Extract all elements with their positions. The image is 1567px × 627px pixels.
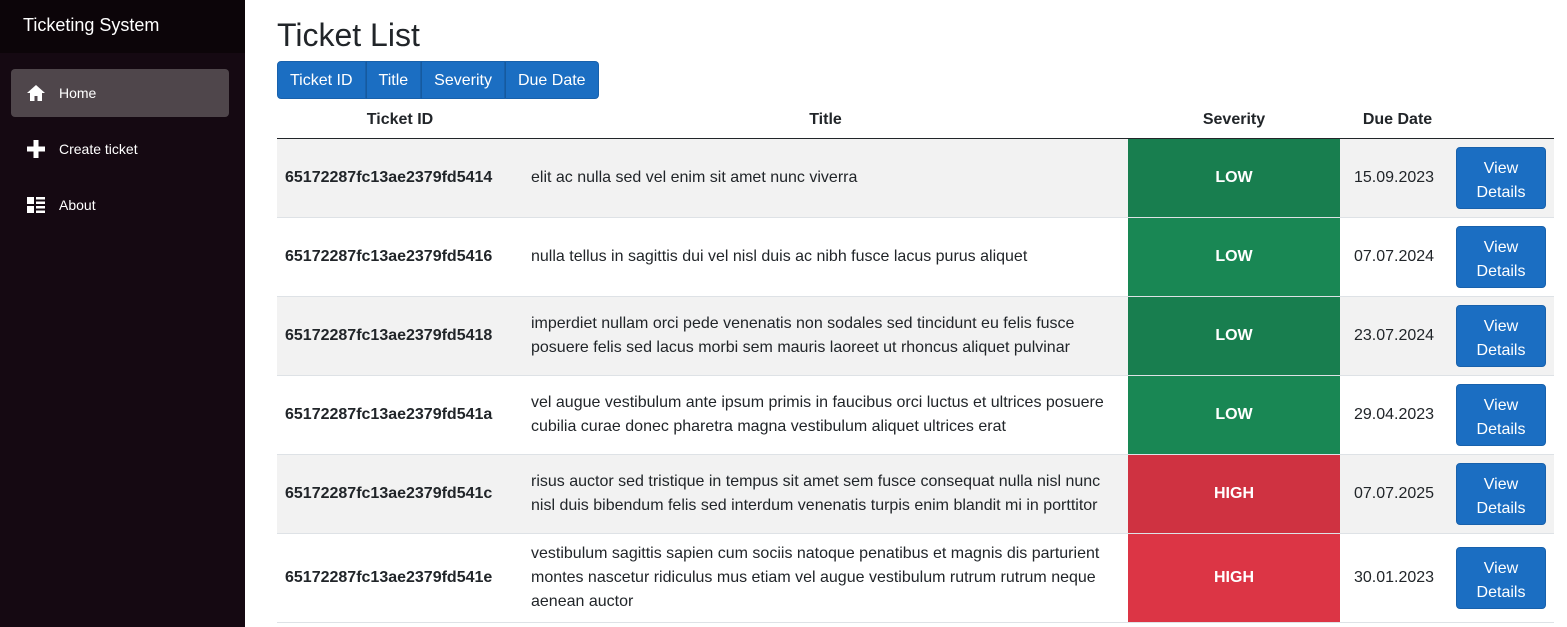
table-row: 65172287fc13ae2379fd5416 nulla tellus in… [277,217,1554,296]
sort-by-severity-button[interactable]: Severity [421,61,505,99]
due-date: 30.01.2023 [1354,568,1435,586]
sidebar-item-label: Create ticket [59,141,138,157]
column-header-severity: Severity [1128,103,1340,139]
sort-by-ticket-id-button[interactable]: Ticket ID [277,61,366,99]
ticket-title: imperdiet nullam orci pede venenatis non… [531,314,1075,356]
table-row: 65172287fc13ae2379fd541c risus auctor se… [277,454,1554,533]
ticket-title: vel augue vestibulum ante ipsum primis i… [531,393,1104,435]
ticket-id: 65172287fc13ae2379fd5416 [285,247,493,265]
column-header-ticket-id: Ticket ID [277,103,523,139]
table-row: 65172287fc13ae2379fd541e vestibulum sagi… [277,533,1554,622]
button-label: View [1483,317,1519,335]
button-label: View [1483,396,1519,414]
due-date: 15.09.2023 [1354,168,1435,186]
ticket-title: nulla tellus in sagittis dui vel nisl du… [531,247,1028,265]
ticket-id: 65172287fc13ae2379fd5418 [285,326,493,344]
sidebar: Ticketing System Home Create ticket Abou… [0,0,245,627]
plus-icon [25,139,47,159]
column-header-due-date: Due Date [1340,103,1455,139]
column-header-title: Title [523,103,1128,139]
view-details-button[interactable]: View Details [1456,546,1546,609]
severity-badge: HIGH [1128,454,1340,533]
severity-badge: HIGH [1128,533,1340,622]
ticket-table: Ticket ID Title Severity Due Date 651722… [277,103,1554,623]
due-date: 07.07.2024 [1354,247,1435,265]
due-date: 23.07.2024 [1354,326,1435,344]
ticket-id: 65172287fc13ae2379fd541e [285,568,493,586]
ticket-id: 65172287fc13ae2379fd541a [285,405,493,423]
page-title: Ticket List [277,17,420,53]
main-content: Ticket List Ticket ID Title Severity Due… [245,0,1567,627]
sidebar-item-home[interactable]: Home [11,69,229,117]
button-label: Details [1476,420,1526,438]
button-label: View [1483,238,1519,256]
table-row: 65172287fc13ae2379fd5418 imperdiet nulla… [277,296,1554,375]
view-details-button[interactable]: View Details [1456,462,1546,525]
view-details-button[interactable]: View Details [1456,225,1546,288]
home-icon [25,83,47,103]
view-details-button[interactable]: View Details [1456,304,1546,367]
table-header-row: Ticket ID Title Severity Due Date [277,103,1554,139]
column-header-actions [1455,103,1554,139]
button-label: Details [1476,583,1526,601]
sort-button-group: Ticket ID Title Severity Due Date [277,61,599,99]
app-root: Ticketing System Home Create ticket Abou… [0,0,1567,627]
ticket-id: 65172287fc13ae2379fd5414 [285,168,493,186]
view-details-button[interactable]: View Details [1456,383,1546,446]
button-label: Details [1476,499,1526,517]
sidebar-item-label: Home [59,85,97,101]
sidebar-item-create-ticket[interactable]: Create ticket [11,125,229,173]
sidebar-nav: Home Create ticket About [0,53,245,229]
list-icon [25,195,47,215]
severity-badge: LOW [1128,375,1340,454]
table-row: 65172287fc13ae2379fd541a vel augue vesti… [277,375,1554,454]
ticket-title: vestibulum sagittis sapien cum sociis na… [531,544,1100,610]
button-label: View [1483,159,1519,177]
table-row: 65172287fc13ae2379fd5414 elit ac nulla s… [277,138,1554,217]
button-label: View [1483,559,1519,577]
due-date: 07.07.2025 [1354,484,1435,502]
sort-by-due-date-button[interactable]: Due Date [504,61,599,99]
app-brand[interactable]: Ticketing System [0,0,245,53]
button-label: View [1483,475,1519,493]
severity-badge: LOW [1128,138,1340,217]
ticket-title: elit ac nulla sed vel enim sit amet nunc… [531,168,858,186]
ticket-title: risus auctor sed tristique in tempus sit… [531,472,1101,514]
due-date: 29.04.2023 [1354,405,1435,423]
sidebar-item-label: About [59,197,96,213]
sidebar-item-about[interactable]: About [11,181,229,229]
button-label: Details [1476,183,1526,201]
sort-by-title-button[interactable]: Title [365,61,422,99]
button-label: Details [1476,262,1526,280]
ticket-id: 65172287fc13ae2379fd541c [285,484,493,502]
button-label: Details [1476,341,1526,359]
severity-badge: LOW [1128,217,1340,296]
severity-badge: LOW [1128,296,1340,375]
view-details-button[interactable]: View Details [1456,146,1546,209]
